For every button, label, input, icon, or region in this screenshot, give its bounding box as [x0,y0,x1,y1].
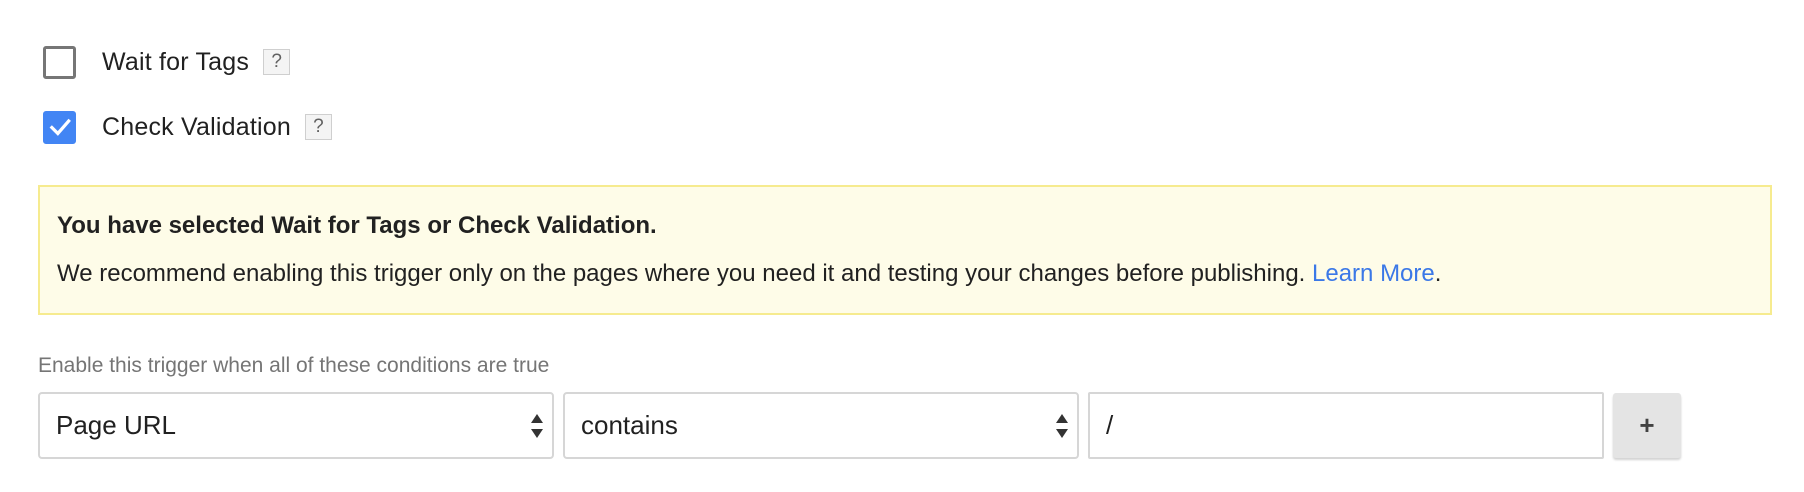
select-arrows-icon [531,413,543,438]
wait-for-tags-help-icon[interactable]: ? [263,49,291,75]
wait-for-tags-row: Wait for Tags ? [43,43,291,81]
validation-warning-alert: You have selected Wait for Tags or Check… [38,185,1772,315]
check-validation-checkbox[interactable] [43,110,76,144]
add-condition-button[interactable]: + [1613,393,1681,458]
variable-select[interactable]: Page URL [38,392,554,459]
check-validation-help-icon[interactable]: ? [304,114,332,140]
learn-more-link[interactable]: Learn More [1312,260,1435,287]
check-validation-label[interactable]: Check Validation [102,113,291,142]
wait-for-tags-label[interactable]: Wait for Tags [102,48,249,77]
checkmark-icon [49,118,71,136]
check-validation-row: Check Validation ? [43,108,332,146]
conditions-label: Enable this trigger when all of these co… [38,354,550,377]
alert-body-trailing: . [1434,260,1442,287]
operator-select[interactable]: contains [563,392,1079,459]
wait-for-tags-checkbox[interactable] [43,45,76,79]
select-arrows-icon [1056,413,1068,438]
operator-select-value: contains [581,410,678,440]
alert-title: You have selected Wait for Tags or Check… [57,212,657,239]
condition-value-input[interactable] [1088,392,1604,459]
alert-body-text: We recommend enabling this trigger only … [57,260,1313,287]
variable-select-value: Page URL [56,410,176,440]
alert-body: We recommend enabling this trigger only … [57,260,1770,288]
